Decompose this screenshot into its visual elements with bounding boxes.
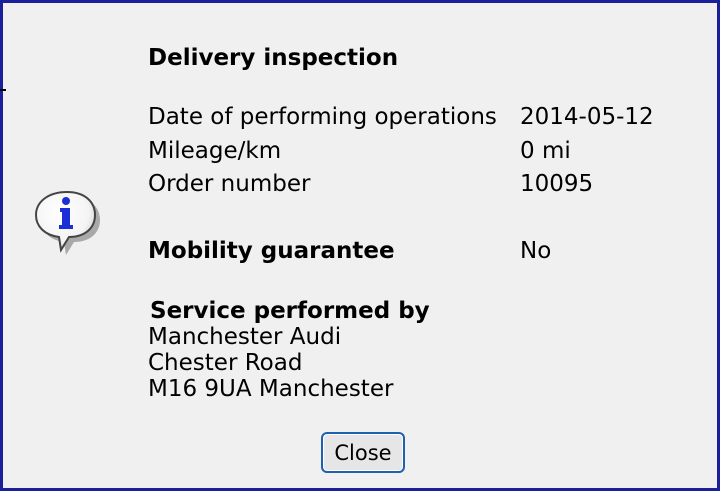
service-block: Service performed by Manchester Audi Che… [148, 298, 430, 402]
window-edge-mark [0, 89, 6, 91]
detail-value: 2014-05-12 [520, 104, 654, 130]
detail-value: 10095 [520, 171, 594, 197]
service-line: Chester Road [148, 350, 303, 376]
detail-value: 0 mi [520, 138, 571, 164]
info-dialog: Delivery inspection Date of performing o… [0, 0, 720, 491]
service-line: Manchester Audi [148, 324, 342, 350]
dialog-title: Delivery inspection [148, 45, 399, 71]
service-heading: Service performed by [150, 298, 430, 324]
mobility-guarantee-label: Mobility guarantee [148, 238, 395, 264]
detail-label: Mileage/km [148, 138, 282, 164]
detail-label: Order number [148, 171, 311, 197]
detail-label: Date of performing operations [148, 104, 497, 130]
mobility-guarantee-value: No [520, 238, 552, 264]
service-line: M16 9UA Manchester [148, 376, 394, 402]
close-button[interactable]: Close [321, 432, 405, 473]
info-icon [34, 190, 100, 255]
